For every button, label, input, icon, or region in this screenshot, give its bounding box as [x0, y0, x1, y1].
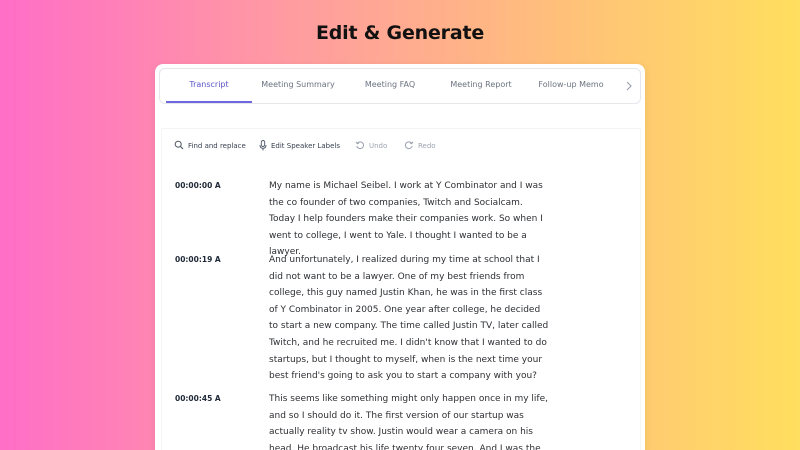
transcript-text[interactable]: And unfortunately, I realized during my … [269, 252, 551, 385]
edit-speaker-labels-label: Edit Speaker Labels [271, 142, 341, 150]
tab-follow-up-memo[interactable]: Follow-up Memo [528, 69, 614, 103]
tab-meeting-summary[interactable]: Meeting Summary [255, 69, 341, 103]
redo-label: Redo [418, 142, 436, 150]
transcript-text[interactable]: My name is Michael Seibel. I work at Y C… [269, 178, 551, 261]
find-replace-button[interactable]: Find and replace [174, 139, 246, 153]
undo-button[interactable]: Undo [355, 139, 387, 153]
timestamp-speaker[interactable]: 00:00:19 A [175, 254, 221, 266]
microphone-icon [259, 139, 271, 153]
find-replace-label: Find and replace [188, 142, 246, 150]
redo-button[interactable]: Redo [404, 139, 436, 153]
tab-bar: Transcript Meeting Summary Meeting FAQ M… [159, 68, 641, 104]
search-icon [174, 140, 188, 152]
transcript-text[interactable]: This seems like something might only hap… [269, 391, 551, 450]
tab-transcript[interactable]: Transcript [166, 69, 252, 103]
chevron-right-icon[interactable] [622, 78, 636, 94]
undo-icon [355, 140, 369, 152]
editor-card: Transcript Meeting Summary Meeting FAQ M… [155, 64, 645, 450]
timestamp-speaker[interactable]: 00:00:45 A [175, 393, 221, 405]
tab-meeting-faq[interactable]: Meeting FAQ [350, 69, 430, 103]
transcript-editor: Find and replace Edit Speaker Labels Und… [161, 128, 641, 450]
undo-label: Undo [369, 142, 388, 150]
edit-speaker-labels-button[interactable]: Edit Speaker Labels [259, 139, 340, 153]
page-title: Edit & Generate [315, 22, 485, 44]
redo-icon [404, 140, 418, 152]
timestamp-speaker[interactable]: 00:00:00 A [175, 180, 221, 192]
tab-meeting-report[interactable]: Meeting Report [436, 69, 526, 103]
